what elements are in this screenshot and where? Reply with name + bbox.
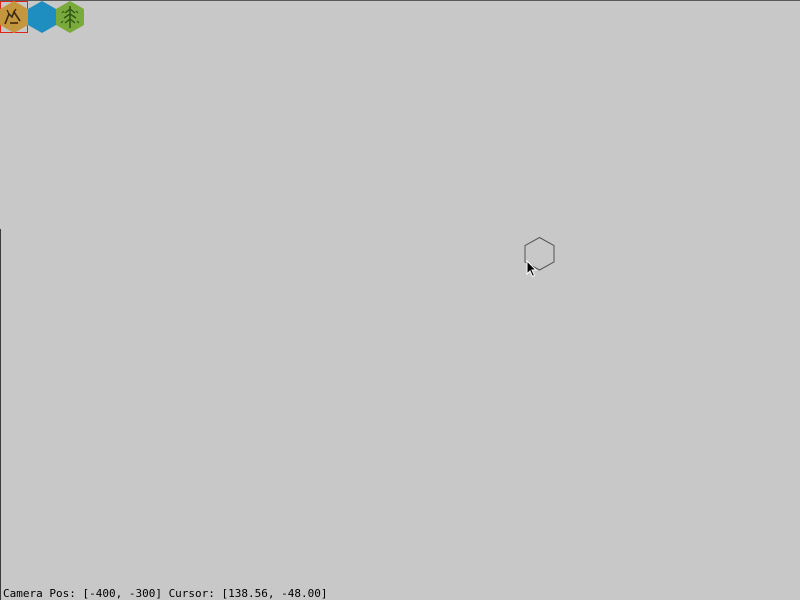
- water-hex-icon: [28, 1, 56, 33]
- water-tile-button[interactable]: [28, 1, 56, 33]
- terrain-palette: [0, 1, 84, 33]
- desert-tile-button[interactable]: [0, 1, 28, 33]
- map-viewport[interactable]: Camera Pos: [-400, -300] Cursor: [138.56…: [0, 0, 800, 600]
- desert-hex-icon: [0, 1, 28, 33]
- mouse-pointer-icon: [526, 260, 538, 278]
- status-text: Camera Pos: [-400, -300] Cursor: [138.56…: [3, 587, 328, 600]
- left-border: [0, 229, 1, 600]
- top-border: [0, 0, 800, 1]
- forest-hex-icon: [56, 1, 84, 33]
- forest-tile-button[interactable]: [56, 1, 84, 33]
